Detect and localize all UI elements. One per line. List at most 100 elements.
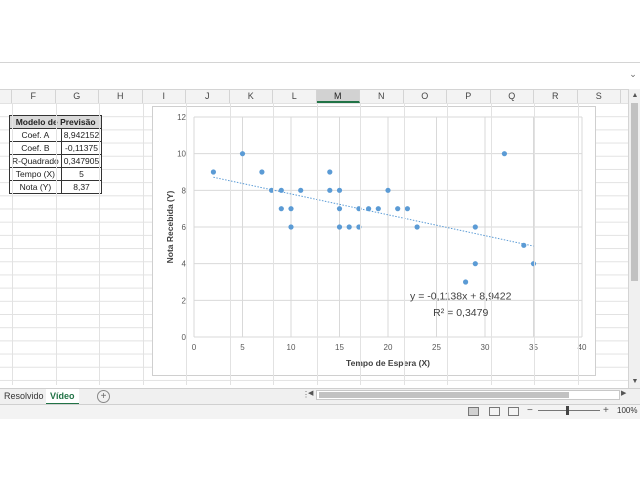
trendline-r-squared: R² = 0,3479 (433, 307, 488, 319)
data-point (336, 224, 343, 230)
data-point (327, 187, 333, 193)
scroll-left-icon[interactable]: ◀ (308, 389, 313, 397)
x-tick-label: 0 (192, 343, 197, 352)
data-point (395, 206, 401, 212)
data-point (278, 187, 284, 193)
zoom-out-button[interactable]: − (527, 404, 533, 418)
expand-formula-bar-icon[interactable]: ⌄ (628, 68, 638, 80)
column-gridline (273, 103, 274, 385)
status-bar (0, 404, 640, 419)
data-point (414, 224, 420, 230)
data-point (463, 279, 469, 285)
column-gridline (99, 103, 100, 385)
column-header-h[interactable]: H (99, 90, 143, 103)
data-point (259, 169, 265, 175)
column-gridline (577, 103, 579, 385)
row-label[interactable]: R-Quadrado (9, 154, 62, 168)
column-header-l[interactable]: L (273, 90, 317, 103)
column-header-m[interactable]: M (316, 90, 360, 103)
horizontal-scrollbar[interactable] (316, 390, 620, 400)
data-point (346, 224, 352, 230)
page-layout-view-icon[interactable] (489, 407, 500, 416)
zoom-slider-thumb[interactable] (566, 406, 569, 415)
data-point (278, 206, 284, 212)
column-headers: FGHIJKLMNOPQRS (0, 89, 628, 104)
data-point (288, 224, 294, 230)
column-header-f[interactable]: F (12, 90, 56, 103)
data-point (288, 206, 294, 212)
column-gridline (360, 103, 361, 385)
add-sheet-icon[interactable]: + (97, 390, 110, 403)
column-gridline (55, 103, 57, 385)
zoom-level[interactable]: 100% (617, 404, 637, 418)
column-header-partial[interactable] (0, 90, 12, 103)
y-axis-title: Nota Recebida (Y) (165, 190, 175, 263)
column-gridline (403, 103, 405, 385)
row-label[interactable]: Tempo (X) (9, 167, 62, 181)
column-gridline (316, 103, 318, 385)
column-gridline (229, 103, 231, 385)
x-tick-label: 40 (578, 343, 587, 352)
x-axis-title: Tempo de Espera (X) (346, 358, 430, 368)
formula-bar-area (0, 62, 640, 89)
data-point (366, 206, 372, 212)
sheet-tab-resolvido[interactable]: Resolvido (0, 389, 48, 403)
column-header-s[interactable]: S (578, 90, 621, 103)
column-gridline (534, 103, 535, 385)
row-value[interactable]: 8,37 (60, 180, 103, 194)
x-tick-label: 10 (287, 343, 296, 352)
x-tick-label: 20 (384, 343, 393, 352)
x-tick-label: 30 (481, 343, 490, 352)
x-tick-label: 25 (432, 343, 441, 352)
row-value[interactable]: -0,11375 (60, 141, 103, 155)
data-point (336, 187, 343, 193)
trendline-equation: y = -0,1138x + 8,9422 (410, 290, 512, 302)
column-gridline (447, 103, 448, 385)
x-tick-label: 5 (240, 343, 245, 352)
row-label[interactable]: Coef. B (9, 141, 62, 155)
data-point (385, 187, 391, 193)
page-break-view-icon[interactable] (508, 407, 519, 416)
data-point (327, 169, 333, 175)
vertical-scrollbar[interactable]: ▲ ▼ (628, 89, 640, 389)
column-header-g[interactable]: G (56, 90, 99, 103)
data-point (298, 187, 304, 193)
data-point (336, 206, 343, 212)
column-gridline (490, 103, 492, 385)
row-value[interactable]: 5 (60, 167, 103, 181)
zoom-slider-track[interactable] (538, 410, 600, 411)
scroll-right-icon[interactable]: ▶ (621, 389, 626, 397)
column-header-j[interactable]: J (186, 90, 230, 103)
x-tick-label: 15 (335, 343, 344, 352)
column-header-p[interactable]: P (447, 90, 491, 103)
row-label[interactable]: Coef. A (9, 128, 62, 142)
scroll-up-icon[interactable]: ▲ (629, 91, 640, 101)
column-header-n[interactable]: N (360, 90, 404, 103)
row-label[interactable]: Nota (Y) (9, 180, 62, 194)
column-gridline (142, 103, 144, 385)
column-header-o[interactable]: O (404, 90, 447, 103)
data-point (375, 206, 381, 212)
horizontal-scroll-thumb[interactable] (319, 392, 569, 398)
zoom-in-button[interactable]: + (603, 404, 609, 418)
vertical-scroll-thumb[interactable] (631, 103, 638, 281)
row-value[interactable]: 8,942152 (60, 128, 103, 142)
column-header-q[interactable]: Q (491, 90, 534, 103)
scatter-chart[interactable]: 0246810120510152025303540y = -0,1138x + … (152, 106, 596, 376)
column-header-r[interactable]: R (534, 90, 578, 103)
normal-view-icon[interactable] (468, 407, 479, 416)
column-header-i[interactable]: I (143, 90, 186, 103)
data-point (501, 151, 507, 157)
column-header-k[interactable]: K (230, 90, 273, 103)
sheet-tab-video[interactable]: Vídeo (46, 389, 79, 405)
scroll-down-icon[interactable]: ▼ (629, 377, 640, 387)
chart-svg: 0246810120510152025303540y = -0,1138x + … (165, 113, 587, 368)
row-value[interactable]: 0,347905 (60, 154, 103, 168)
data-point (472, 224, 478, 230)
data-point (210, 169, 216, 175)
data-point (239, 151, 246, 157)
column-gridline (12, 103, 13, 385)
data-point (521, 242, 527, 248)
data-point (404, 206, 410, 212)
data-point (472, 261, 478, 267)
